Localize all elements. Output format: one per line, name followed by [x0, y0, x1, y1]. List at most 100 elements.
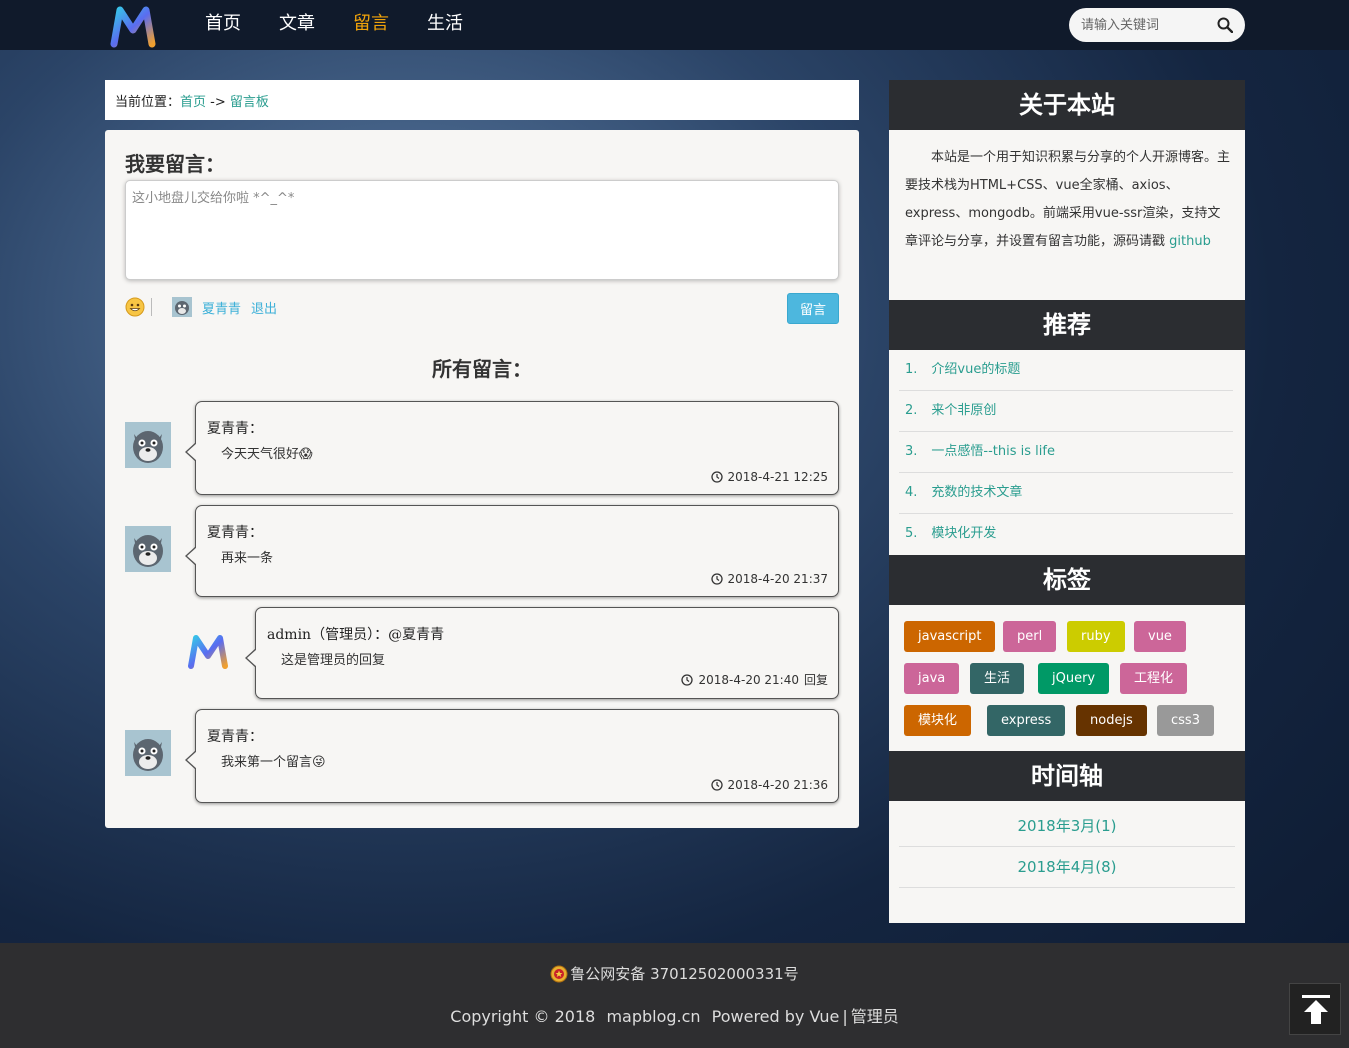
clock-icon [710, 471, 723, 483]
comment-author: 夏青青： [207, 729, 263, 745]
tag-vue[interactable]: vue [1134, 621, 1186, 652]
user-avatar [125, 730, 171, 776]
tags-heading: 标签 [889, 555, 1245, 605]
sidebar: 关于本站 本站是一个用于知识积累与分享的个人开源博客。主要技术栈为HTML+CS… [889, 80, 1245, 923]
recommend-heading: 推荐 [889, 300, 1245, 350]
search-box [1069, 8, 1245, 42]
recommend-item[interactable]: 1. 介绍vue的标题 [899, 350, 1233, 391]
clock-icon [710, 573, 723, 585]
tag-ruby[interactable]: ruby [1067, 621, 1125, 652]
comment-author: 夏青青： [207, 525, 263, 541]
arrow-up-icon [1302, 995, 1330, 1024]
recommend-num: 5. [905, 526, 918, 541]
timeline-item[interactable]: 2018年4月(8) [899, 847, 1235, 888]
nav-home[interactable]: 首页 [205, 12, 241, 36]
police-badge-icon [550, 965, 568, 982]
current-user-link[interactable]: 夏青青 [202, 298, 241, 317]
comment-bubble: 夏青青： 再来一条 2018-4-20 21:37 [185, 505, 839, 597]
tag-java[interactable]: java [904, 663, 960, 694]
comment-author: 夏青青： [207, 421, 263, 437]
tag-modular[interactable]: 模块化 [904, 705, 972, 736]
message-toolbar: 夏青青 退出 [125, 294, 287, 320]
leave-message-title: 我要留言： [125, 152, 225, 176]
message-textarea[interactable] [125, 180, 839, 280]
beian-text[interactable]: 鲁公网安备 37012502000331号 [570, 963, 798, 984]
tag-perl[interactable]: perl [1003, 621, 1057, 652]
admin-avatar [188, 635, 228, 669]
tag-nodejs[interactable]: nodejs [1076, 705, 1147, 736]
message-board-panel: 我要留言： 夏青青 退出 留言 所有留言： [105, 130, 859, 828]
tag-life[interactable]: 生活 [970, 663, 1025, 694]
reply-time-text: 2018-4-20 21:40 [698, 672, 799, 687]
breadcrumb-current[interactable]: 留言板 [230, 95, 269, 110]
top-navbar: 首页 文章 留言 生活 [0, 0, 1349, 50]
user-avatar-small [172, 297, 192, 317]
comment-bubble: 夏青青： 我来第一个留言😜 2018-4-20 21:36 [185, 709, 839, 803]
reply-text: 这是管理员的回复 [281, 653, 386, 668]
recommend-num: 4. [905, 485, 918, 500]
reply-author: admin（管理员）：@夏青青 [267, 627, 445, 643]
timeline-item[interactable]: 2018年3月(1) [899, 806, 1235, 847]
emoji-icon[interactable] [125, 297, 145, 317]
nav-articles[interactable]: 文章 [279, 12, 315, 36]
all-messages-title: 所有留言： [432, 357, 532, 381]
comment-time: 2018-4-20 21:36 [710, 778, 828, 792]
copyright-line: Copyright © 2018 mapblog.cn Powered by V… [0, 1003, 1349, 1027]
toolbar-divider [151, 298, 152, 316]
search-icon[interactable] [1217, 17, 1233, 33]
recommend-label: 介绍vue的标题 [931, 362, 1021, 377]
nav-life[interactable]: 生活 [427, 12, 463, 36]
copyright-text: Copyright © 2018 [450, 1007, 596, 1026]
beian-line: 鲁公网安备 37012502000331号 [0, 963, 1349, 984]
site-logo[interactable] [110, 4, 156, 48]
footer-divider: | [842, 1007, 848, 1026]
user-avatar [125, 526, 171, 572]
tag-css3[interactable]: css3 [1157, 705, 1214, 736]
tag-express[interactable]: express [987, 705, 1066, 736]
comment-time: 2018-4-20 21:37 [710, 572, 829, 586]
tag-jquery[interactable]: jQuery [1038, 663, 1110, 694]
logout-link[interactable]: 退出 [251, 298, 277, 317]
comment-text: 今天天气很好😱 [221, 447, 313, 462]
recommend-num: 1. [905, 362, 918, 377]
submit-message-button[interactable]: 留言 [787, 293, 839, 324]
github-link[interactable]: github [1169, 234, 1211, 249]
recommend-item[interactable]: 2. 来个非原创 [899, 391, 1233, 432]
footer: 鲁公网安备 37012502000331号 Copyright © 2018 m… [0, 943, 1349, 1048]
reply-link[interactable]: 回复 [804, 671, 828, 688]
site-domain[interactable]: mapblog.cn [606, 1007, 700, 1026]
recommend-label: 充数的技术文章 [931, 485, 1023, 500]
recommend-item[interactable]: 3. 一点感悟--this is life [899, 432, 1233, 473]
search-input[interactable] [1081, 15, 1211, 35]
recommend-label: 模块化开发 [931, 526, 997, 541]
recommend-item[interactable]: 4. 充数的技术文章 [899, 473, 1233, 514]
about-heading: 关于本站 [889, 80, 1245, 130]
admin-link[interactable]: 管理员 [851, 1007, 899, 1026]
breadcrumb-prefix: 当前位置： [115, 95, 181, 110]
recommend-label: 来个非原创 [931, 403, 997, 418]
comment-time-text: 2018-4-20 21:37 [727, 572, 829, 586]
recommend-item[interactable]: 5. 模块化开发 [899, 514, 1233, 555]
reply-bubble: admin（管理员）：@夏青青 这是管理员的回复 2018-4-20 21:40… [245, 607, 839, 699]
comment-time: 2018-4-21 12:25 [710, 470, 829, 484]
back-to-top-button[interactable] [1289, 983, 1341, 1035]
nav-messages[interactable]: 留言 [353, 12, 389, 36]
user-avatar [125, 422, 171, 468]
comment-text: 我来第一个留言😜 [221, 755, 326, 770]
recommend-num: 3. [905, 444, 918, 459]
comment-text: 再来一条 [221, 551, 274, 566]
main-nav: 首页 文章 留言 生活 [205, 12, 501, 36]
breadcrumb: 当前位置：首页 -> 留言板 [105, 80, 859, 120]
clock-icon [710, 779, 723, 791]
comment-bubble: 夏青青： 今天天气很好😱 2018-4-21 12:25 [185, 401, 839, 495]
reply-time: 2018-4-20 21:40 回复 [681, 671, 828, 688]
timeline-heading: 时间轴 [889, 751, 1245, 801]
breadcrumb-home-link[interactable]: 首页 [180, 95, 206, 110]
tag-javascript[interactable]: javascript [904, 621, 996, 652]
powered-by: Powered by Vue [711, 1007, 840, 1026]
breadcrumb-arrow: -> [210, 95, 226, 110]
clock-icon [681, 673, 694, 686]
tag-engineering[interactable]: 工程化 [1120, 663, 1188, 694]
comment-time-text: 2018-4-21 12:25 [727, 470, 829, 484]
about-text: 本站是一个用于知识积累与分享的个人开源博客。主要技术栈为HTML+CSS、vue… [905, 144, 1231, 256]
